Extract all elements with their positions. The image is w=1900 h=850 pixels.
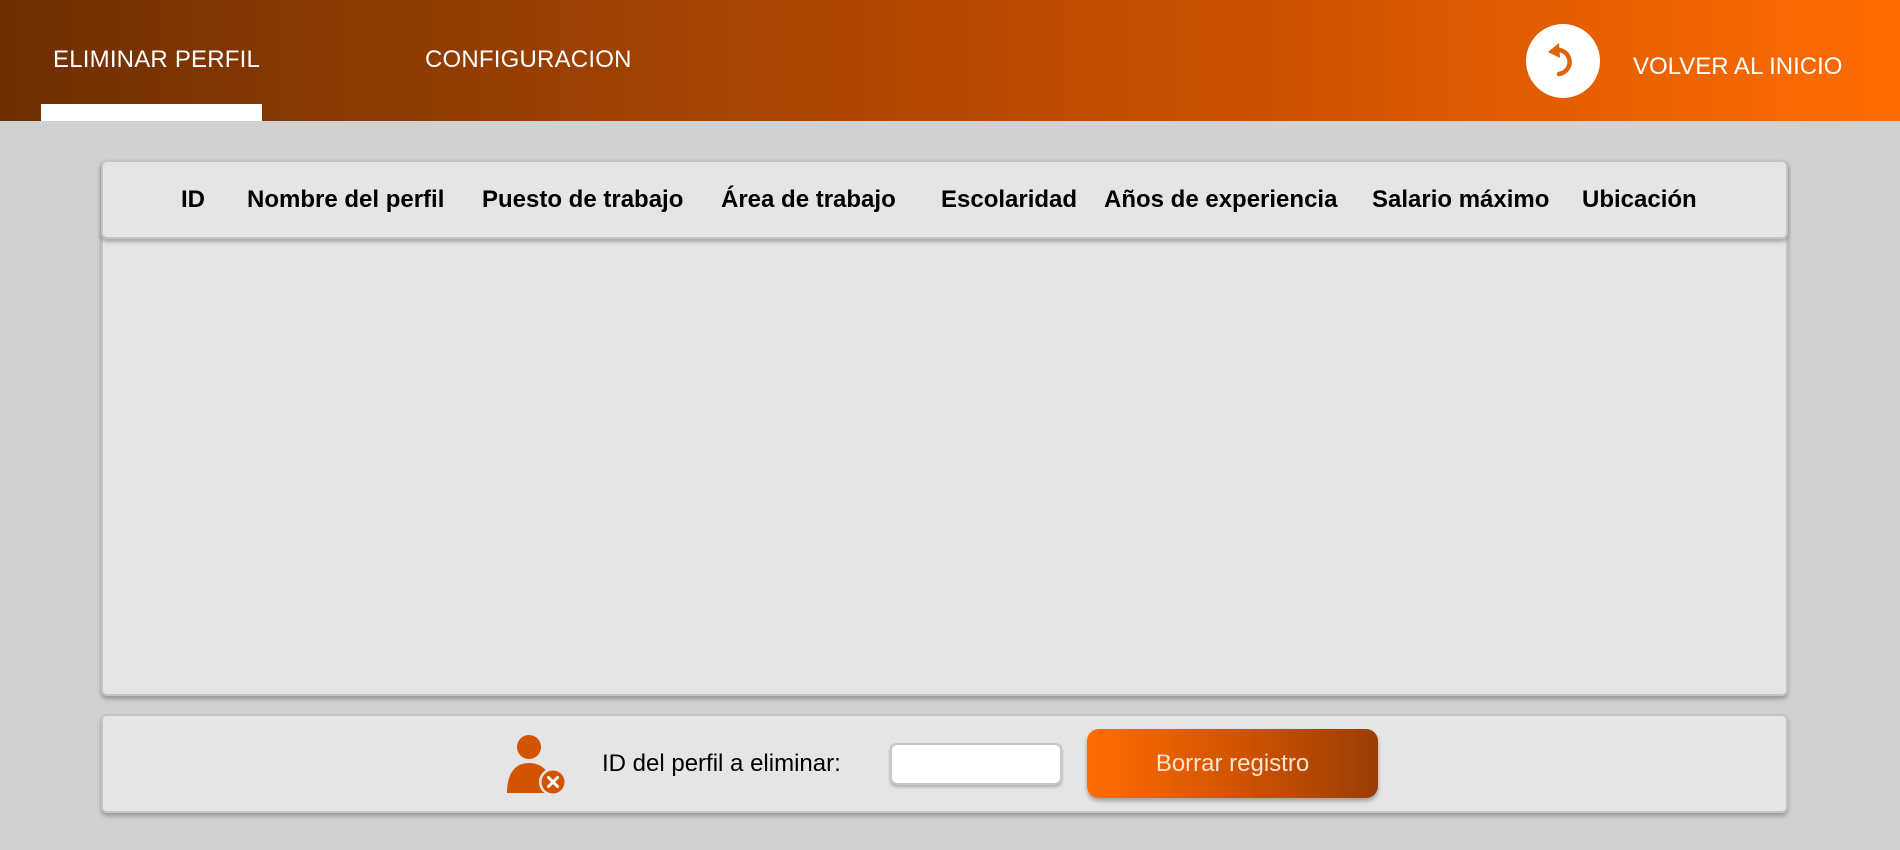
delete-id-label: ID del perfil a eliminar: xyxy=(602,750,841,777)
undo-arrow-icon xyxy=(1548,43,1572,77)
tab-label: ELIMINAR PERFIL xyxy=(53,46,261,73)
column-header-ubicacion: Ubicación xyxy=(1582,186,1697,213)
column-header-puesto: Puesto de trabajo xyxy=(482,186,684,213)
tab-label: CONFIGURACION xyxy=(425,46,632,73)
delete-form-panel: ID del perfil a eliminar: Borrar registr… xyxy=(101,714,1788,813)
tab-eliminar-perfil[interactable]: ELIMINAR PERFIL xyxy=(41,0,262,121)
back-home-label[interactable]: VOLVER AL INICIO xyxy=(1633,53,1842,81)
back-home-button[interactable] xyxy=(1526,24,1600,98)
active-tab-indicator xyxy=(41,104,262,121)
delete-record-button[interactable]: Borrar registro xyxy=(1087,729,1378,798)
top-nav-bar: ELIMINAR PERFIL CONFIGURACION VOLVER AL … xyxy=(0,0,1900,121)
user-remove-icon xyxy=(507,735,567,796)
column-header-salario: Salario máximo xyxy=(1372,186,1550,213)
column-header-nombre: Nombre del perfil xyxy=(247,186,445,213)
column-header-area: Área de trabajo xyxy=(721,186,896,213)
delete-id-input[interactable] xyxy=(890,743,1062,785)
column-header-experiencia: Años de experiencia xyxy=(1104,186,1338,213)
table-header: ID Nombre del perfil Puesto de trabajo Á… xyxy=(101,160,1788,239)
tab-configuracion[interactable]: CONFIGURACION xyxy=(425,0,631,121)
column-header-escolaridad: Escolaridad xyxy=(941,186,1078,213)
profiles-table: ID Nombre del perfil Puesto de trabajo Á… xyxy=(101,160,1788,696)
column-header-id: ID xyxy=(181,186,205,213)
